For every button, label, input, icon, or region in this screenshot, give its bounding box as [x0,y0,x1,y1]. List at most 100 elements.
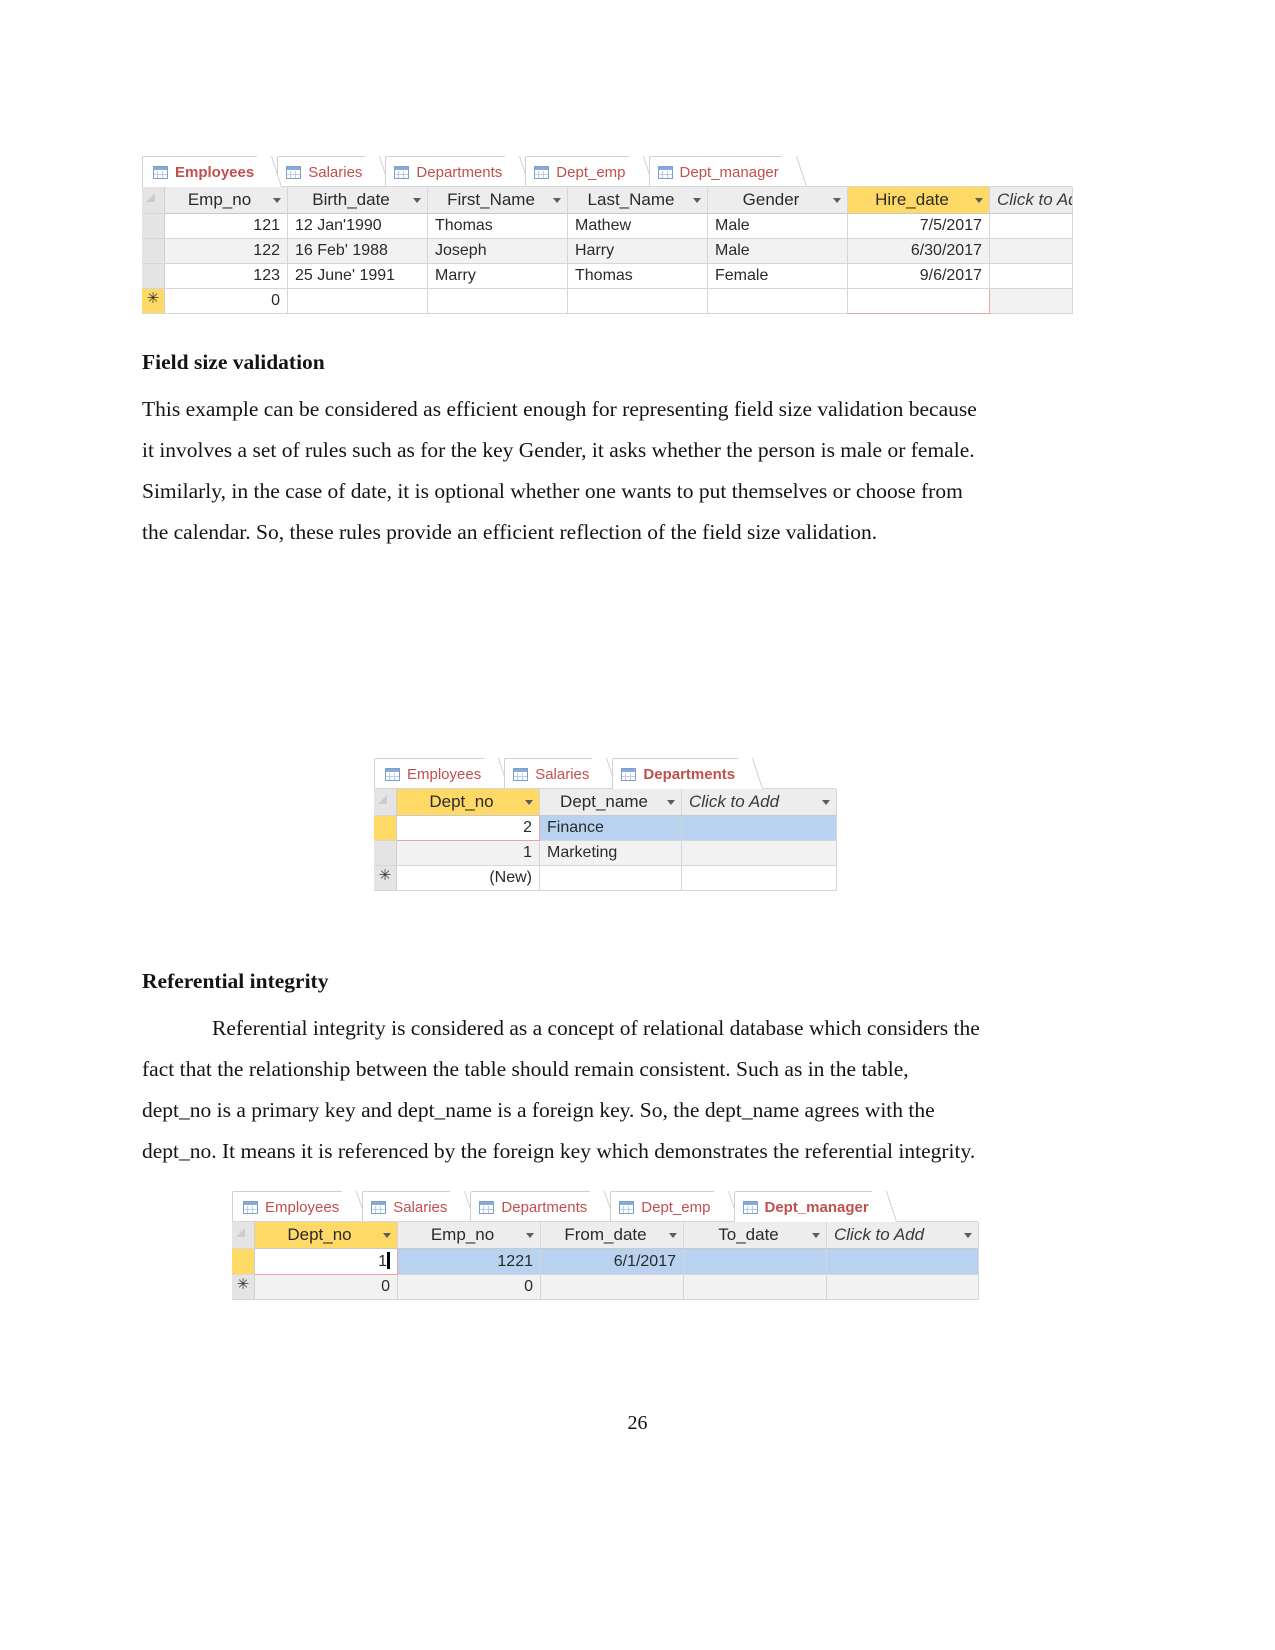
column-header-emp-no[interactable]: Emp_no [397,1222,541,1249]
cell-dept-name[interactable]: Marketing [539,840,682,866]
row-selector[interactable] [142,263,165,289]
chevron-down-icon[interactable] [975,198,983,203]
cell-birth-date[interactable] [287,288,428,314]
chevron-down-icon[interactable] [964,1233,972,1238]
table-row[interactable]: 123 25 June' 1991 Marry Thomas Female 9/… [142,263,1073,289]
select-all-corner[interactable] [142,187,165,214]
column-header-emp-no[interactable]: Emp_no [164,187,288,214]
new-record-row[interactable]: ✳ 0 0 [232,1274,979,1300]
cell-last-name[interactable]: Thomas [567,263,708,289]
chevron-down-icon[interactable] [413,198,421,203]
cell-click-to-add[interactable] [989,263,1073,289]
cell-hire-date-editing[interactable] [847,288,990,314]
tab-departments[interactable]: Departments [385,156,531,187]
row-selector[interactable] [374,840,397,866]
cell-first-name[interactable] [427,288,568,314]
cell-dept-name[interactable] [539,865,682,891]
cell-gender[interactable]: Male [707,238,848,264]
tab-dept-emp[interactable]: Dept_emp [525,156,654,187]
cell-hire-date[interactable]: 7/5/2017 [847,213,990,239]
cell-last-name[interactable]: Mathew [567,213,708,239]
cell-emp-no[interactable]: 123 [164,263,288,289]
chevron-down-icon[interactable] [553,198,561,203]
cell-gender[interactable] [707,288,848,314]
column-header-to-date[interactable]: To_date [683,1222,827,1249]
new-record-marker[interactable]: ✳ [374,865,397,891]
cell-click-to-add[interactable] [826,1274,979,1300]
cell-birth-date[interactable]: 16 Feb' 1988 [287,238,428,264]
tab-salaries[interactable]: Salaries [362,1191,476,1222]
cell-click-to-add[interactable] [681,840,837,866]
cell-emp-no[interactable]: 122 [164,238,288,264]
table-row[interactable]: 1 Marketing [374,840,837,866]
cell-from-date[interactable] [540,1274,684,1300]
cell-emp-no[interactable]: 0 [164,288,288,314]
tab-employees[interactable]: Employees [374,758,510,789]
cell-dept-no[interactable]: 0 [254,1274,398,1300]
row-selector[interactable] [142,238,165,264]
table-row[interactable]: 2 Finance [374,815,837,841]
row-selector-current[interactable] [374,815,397,841]
cell-last-name[interactable] [567,288,708,314]
column-header-dept-no[interactable]: Dept_no [254,1222,398,1249]
chevron-down-icon[interactable] [812,1233,820,1238]
chevron-down-icon[interactable] [822,800,830,805]
cell-click-to-add[interactable] [681,815,837,841]
table-row[interactable]: 121 12 Jan'1990 Thomas Mathew Male 7/5/2… [142,213,1073,239]
select-all-corner[interactable] [374,789,397,816]
chevron-down-icon[interactable] [667,800,675,805]
tab-employees[interactable]: Employees [142,156,283,187]
chevron-down-icon[interactable] [669,1233,677,1238]
cell-dept-no-editing[interactable]: 1 [254,1248,398,1275]
cell-dept-no-editing[interactable]: 2 [396,815,540,841]
tab-departments[interactable]: Departments [612,758,764,789]
select-all-corner[interactable] [232,1222,255,1249]
cell-click-to-add[interactable] [989,288,1073,314]
cell-birth-date[interactable]: 12 Jan'1990 [287,213,428,239]
column-header-click-to-add[interactable]: Click to Add [989,187,1073,214]
column-header-from-date[interactable]: From_date [540,1222,684,1249]
column-header-click-to-add[interactable]: Click to Add [826,1222,979,1249]
column-header-click-to-add[interactable]: Click to Add [681,789,837,816]
chevron-down-icon[interactable] [383,1233,391,1238]
chevron-down-icon[interactable] [526,1233,534,1238]
cell-click-to-add[interactable] [989,213,1073,239]
tab-employees[interactable]: Employees [232,1191,368,1222]
column-header-gender[interactable]: Gender [707,187,848,214]
new-record-marker[interactable]: ✳ [142,288,165,314]
table-row[interactable]: 122 16 Feb' 1988 Joseph Harry Male 6/30/… [142,238,1073,264]
row-selector[interactable] [142,213,165,239]
cell-gender[interactable]: Female [707,263,848,289]
cell-birth-date[interactable]: 25 June' 1991 [287,263,428,289]
chevron-down-icon[interactable] [273,198,281,203]
cell-click-to-add[interactable] [826,1248,979,1275]
tab-salaries[interactable]: Salaries [277,156,391,187]
column-header-last-name[interactable]: Last_Name [567,187,708,214]
cell-first-name[interactable]: Marry [427,263,568,289]
tab-salaries[interactable]: Salaries [504,758,618,789]
column-header-dept-name[interactable]: Dept_name [539,789,682,816]
chevron-down-icon[interactable] [833,198,841,203]
cell-last-name[interactable]: Harry [567,238,708,264]
new-record-row[interactable]: ✳ 0 [142,288,1073,314]
cell-click-to-add[interactable] [989,238,1073,264]
cell-from-date[interactable]: 6/1/2017 [540,1248,684,1275]
tab-dept-manager[interactable]: Dept_manager [648,156,807,187]
cell-emp-no[interactable]: 121 [164,213,288,239]
tab-departments[interactable]: Departments [470,1191,616,1222]
new-record-marker[interactable]: ✳ [232,1274,255,1300]
cell-gender[interactable]: Male [707,213,848,239]
column-header-dept-no[interactable]: Dept_no [396,789,540,816]
chevron-down-icon[interactable] [693,198,701,203]
cell-to-date[interactable] [683,1274,827,1300]
table-row[interactable]: 1 1221 6/1/2017 [232,1248,979,1275]
cell-dept-name[interactable]: Finance [539,815,682,841]
cell-first-name[interactable]: Joseph [427,238,568,264]
column-header-birth-date[interactable]: Birth_date [287,187,428,214]
cell-dept-no[interactable]: (New) [396,865,540,891]
cell-hire-date[interactable]: 6/30/2017 [847,238,990,264]
cell-to-date[interactable] [683,1248,827,1275]
new-record-row[interactable]: ✳ (New) [374,865,837,891]
tab-dept-manager[interactable]: Dept_manager [733,1191,897,1222]
row-selector-current[interactable] [232,1248,255,1275]
